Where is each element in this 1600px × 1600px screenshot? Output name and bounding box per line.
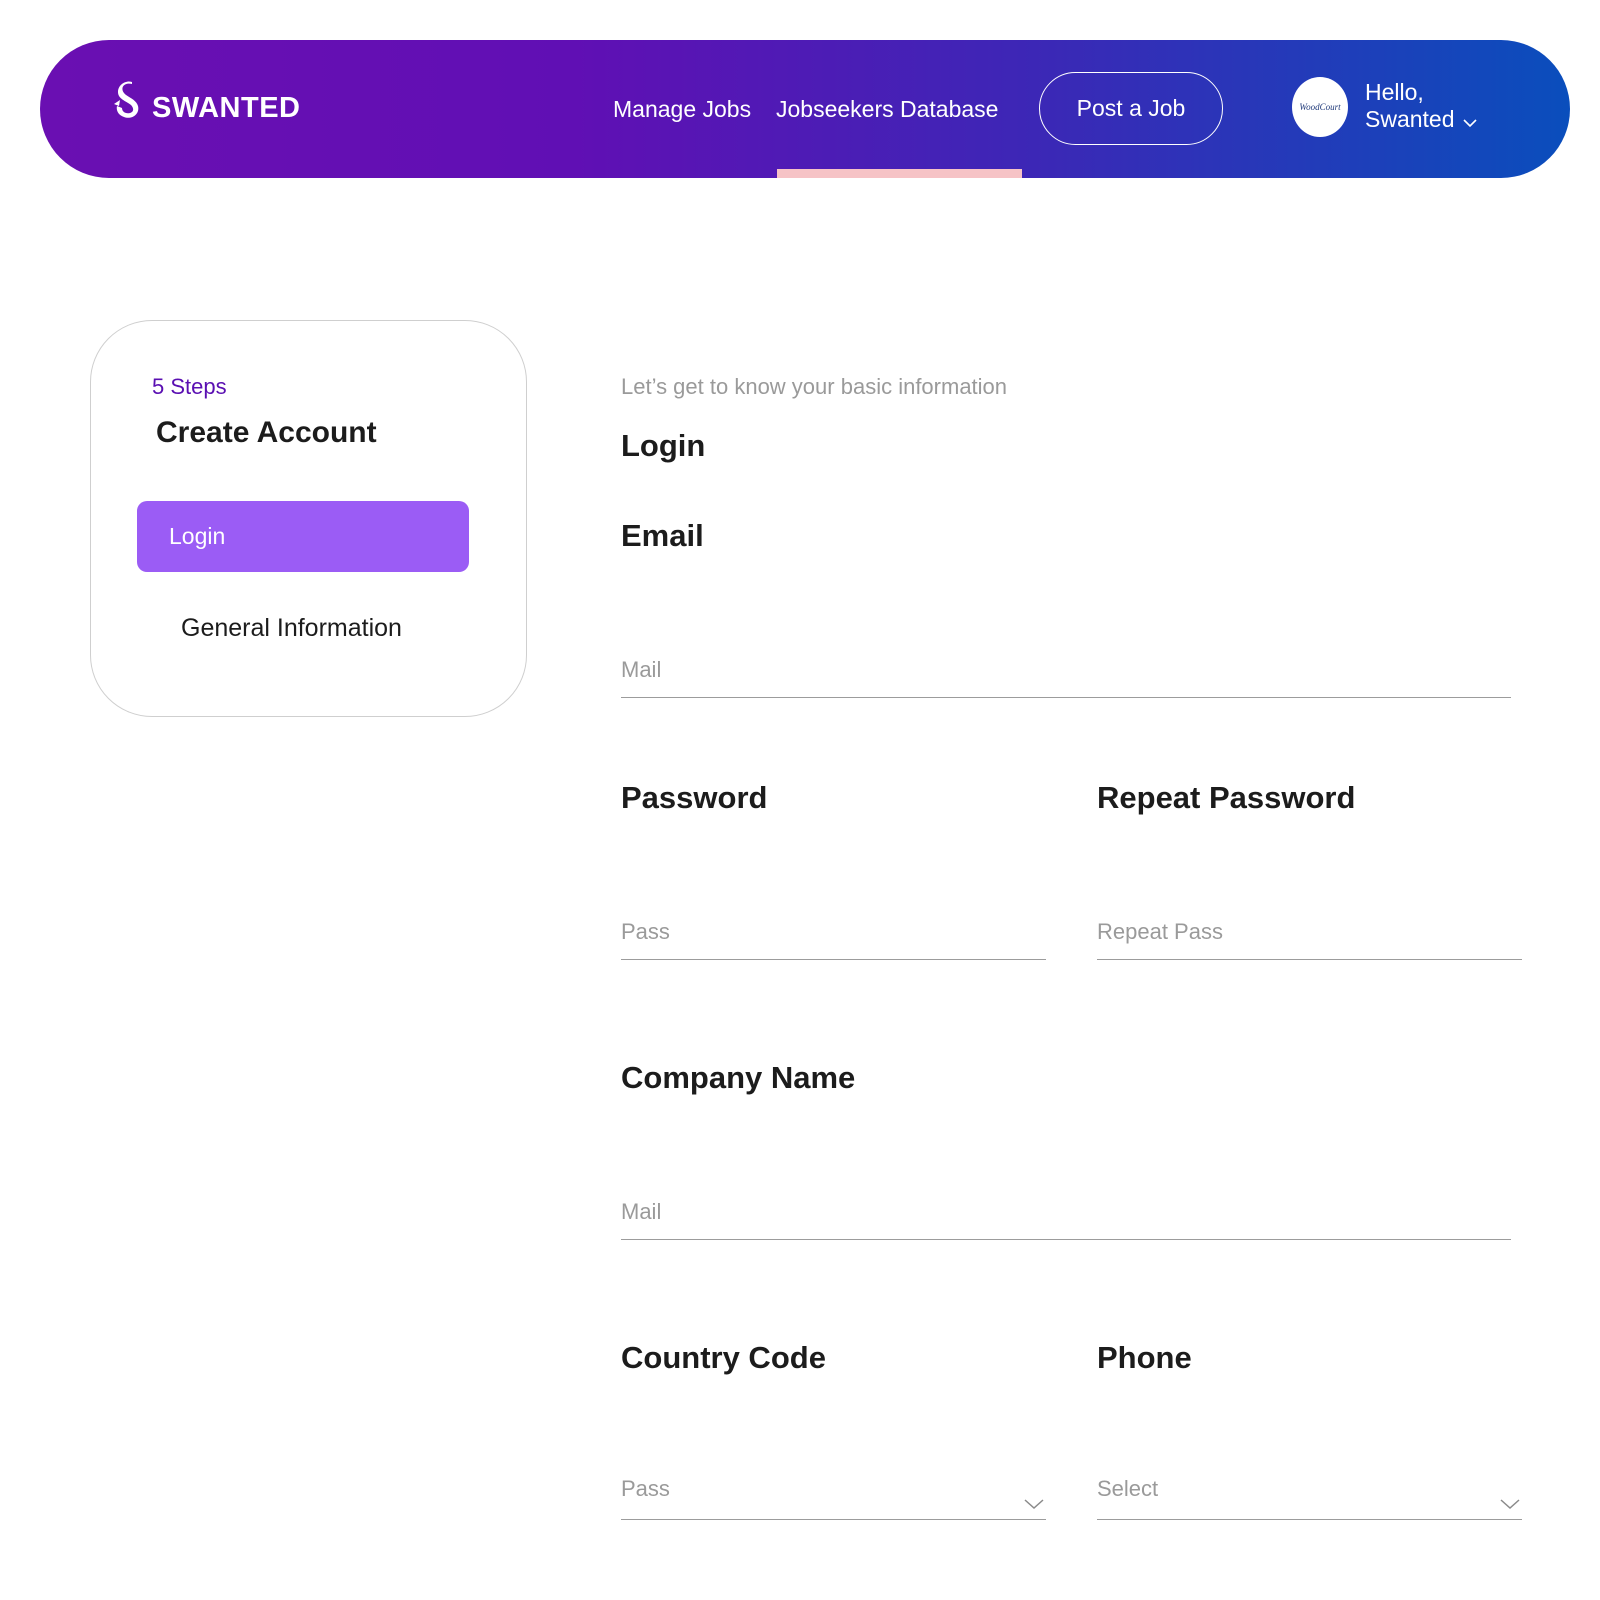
top-navigation-bar: SWANTED Manage Jobs Jobseekers Database … [40,40,1570,178]
phone-select[interactable]: Select [1097,1472,1522,1520]
country-code-label: Country Code [621,1340,826,1375]
password-field[interactable] [621,912,1046,960]
steps-count: 5 Steps [152,374,227,399]
step-item-general-information[interactable]: General Information [181,614,402,643]
swan-logo-icon [114,81,139,118]
steps-card: 5 Steps Create Account Login General Inf… [90,320,527,717]
brand-name: SWANTED [152,91,301,124]
steps-title: Create Account [156,416,377,449]
company-avatar[interactable]: WoodCourt [1292,77,1348,137]
company-name-field[interactable] [621,1192,1511,1240]
active-tab-indicator [777,169,1022,178]
email-label: Email [621,518,704,553]
chevron-down-icon [1462,107,1477,134]
nav-manage-jobs[interactable]: Manage Jobs [613,40,751,178]
password-label: Password [621,780,768,815]
phone-label: Phone [1097,1340,1192,1375]
chevron-down-icon [1024,1490,1044,1516]
brand-logo[interactable]: SWANTED [112,80,301,126]
repeat-password-field[interactable] [1097,912,1522,960]
avatar-logo-text: WoodCourt [1299,102,1341,112]
form-intro: Let’s get to know your basic information [621,374,1008,399]
email-field[interactable] [621,650,1511,698]
country-code-select[interactable]: Pass [621,1472,1046,1520]
user-name: Swanted [1365,106,1455,132]
repeat-password-label: Repeat Password [1097,780,1356,815]
company-name-label: Company Name [621,1060,856,1095]
step-item-login[interactable]: Login [137,501,469,572]
country-code-placeholder: Pass [621,1476,670,1501]
nav-jobseekers-database[interactable]: Jobseekers Database [776,40,998,178]
post-job-button[interactable]: Post a Job [1039,72,1223,145]
chevron-down-icon [1500,1490,1520,1516]
phone-placeholder: Select [1097,1476,1159,1501]
user-menu[interactable]: Hello, Swanted [1365,79,1477,134]
form-heading: Login [621,428,706,463]
user-greeting: Hello, [1365,79,1424,105]
